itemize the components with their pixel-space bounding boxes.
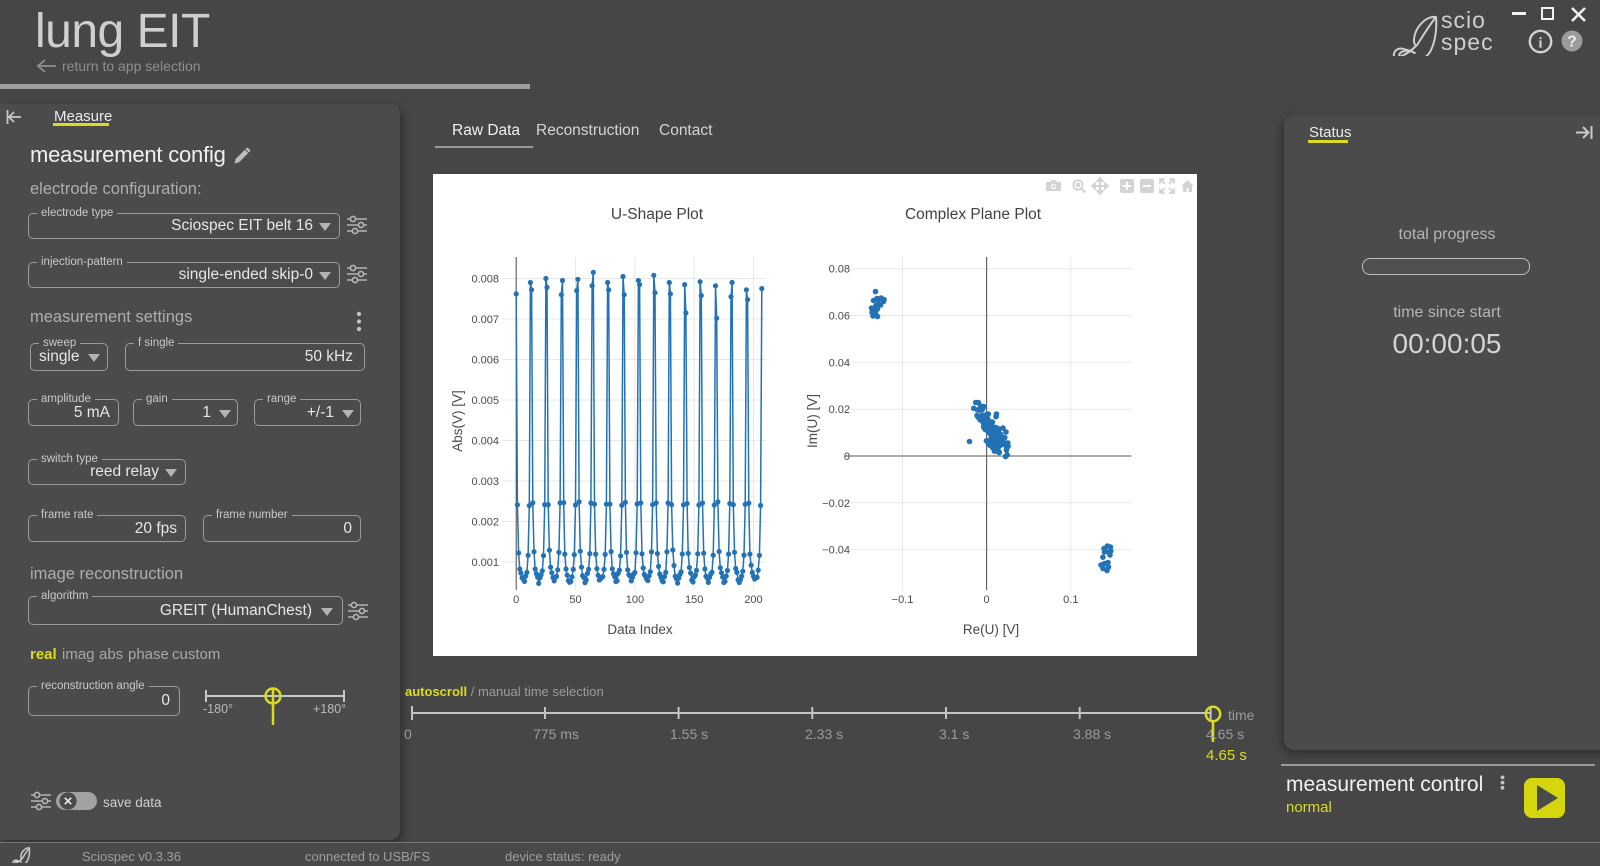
svg-text:0.008: 0.008 xyxy=(471,274,499,286)
svg-text:200: 200 xyxy=(744,594,762,606)
svg-text:0.06: 0.06 xyxy=(829,311,850,323)
svg-text:0: 0 xyxy=(844,451,850,463)
svg-text:i: i xyxy=(1538,36,1542,52)
svg-text:Abs(V) [V]: Abs(V) [V] xyxy=(450,390,465,452)
svg-text:0.02: 0.02 xyxy=(829,404,850,416)
svg-text:100: 100 xyxy=(626,594,644,606)
svg-text:−0.02: −0.02 xyxy=(822,498,850,510)
svg-text:0.004: 0.004 xyxy=(471,436,499,448)
svg-text:0.1: 0.1 xyxy=(1063,594,1078,606)
svg-text:Re(U) [V]: Re(U) [V] xyxy=(963,622,1019,637)
svg-text:0.007: 0.007 xyxy=(471,314,499,326)
svg-text:Data Index: Data Index xyxy=(607,622,673,637)
svg-text:50: 50 xyxy=(569,594,581,606)
svg-text:Complex Plane Plot: Complex Plane Plot xyxy=(905,206,1042,223)
svg-text:Im(U) [V]: Im(U) [V] xyxy=(805,394,820,448)
svg-text:0.08: 0.08 xyxy=(829,264,850,276)
svg-text:?: ? xyxy=(1567,34,1576,51)
svg-text:0.005: 0.005 xyxy=(471,395,499,407)
svg-text:−0.1: −0.1 xyxy=(892,594,914,606)
svg-text:0.006: 0.006 xyxy=(471,355,499,367)
svg-text:150: 150 xyxy=(685,594,703,606)
svg-text:0: 0 xyxy=(984,594,990,606)
svg-text:0.001: 0.001 xyxy=(471,557,499,569)
svg-text:−0.04: −0.04 xyxy=(822,545,850,557)
svg-text:0.04: 0.04 xyxy=(829,357,850,369)
svg-text:U-Shape Plot: U-Shape Plot xyxy=(611,206,704,223)
svg-text:0: 0 xyxy=(513,594,519,606)
svg-text:0.002: 0.002 xyxy=(471,517,499,529)
svg-text:0.003: 0.003 xyxy=(471,476,499,488)
